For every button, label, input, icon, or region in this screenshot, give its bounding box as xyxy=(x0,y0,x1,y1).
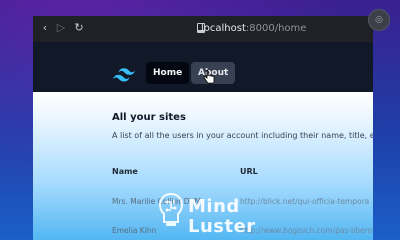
page-title: All your sites xyxy=(112,112,186,123)
forward-arrow-icon[interactable]: ▷ xyxy=(54,21,68,35)
table-cell-name: Emelia Kihn xyxy=(112,226,157,235)
column-header-url: URL xyxy=(240,167,258,176)
watermark-line-1: Mind xyxy=(188,196,240,217)
column-header-name: Name xyxy=(112,167,138,176)
address-host: localhost xyxy=(201,23,246,34)
back-arrow-icon[interactable]: ‹ xyxy=(38,21,52,35)
profile-avatar-icon[interactable]: ◎ xyxy=(368,9,390,31)
nav-link-home[interactable]: Home xyxy=(146,62,190,84)
hand-cursor-icon xyxy=(203,70,215,84)
app-navbar: Home About xyxy=(33,42,373,92)
table-cell-url[interactable]: http://www.bogisich.com/pas-libero-ma xyxy=(240,226,373,235)
reload-icon[interactable]: ↻ xyxy=(72,21,86,35)
watermark-line-2: Luster xyxy=(188,216,256,237)
browser-toolbar: ‹ ▷ ↻ localhost:8000/home xyxy=(33,16,373,43)
page-description: A list of all the users in your account … xyxy=(112,131,373,140)
address-bar[interactable]: localhost:8000/home xyxy=(201,20,306,37)
address-path: :8000/home xyxy=(245,23,307,34)
tailwind-logo-icon[interactable] xyxy=(113,68,135,82)
brain-logo-icon xyxy=(158,192,184,226)
table-cell-url[interactable]: http://blick.net/qui-officia-tempora xyxy=(240,197,369,206)
